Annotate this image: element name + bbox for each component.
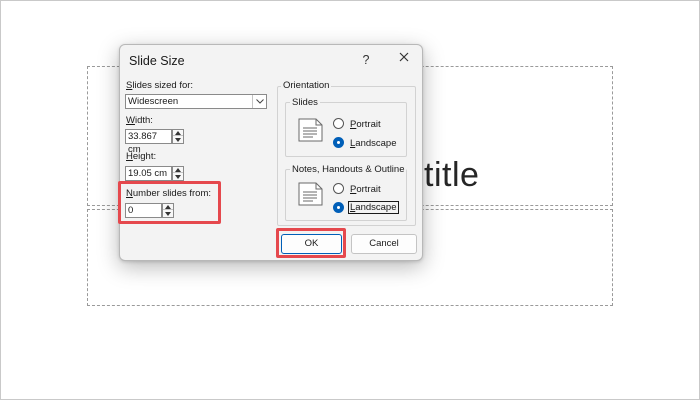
orientation-label: Orientation — [281, 80, 332, 91]
spin-up-icon — [165, 204, 171, 209]
slides-portrait-radio[interactable] — [333, 118, 344, 129]
width-input[interactable]: 33.867 cm — [125, 129, 172, 155]
slides-portrait-label[interactable]: Portrait — [350, 119, 381, 130]
height-spin-up[interactable] — [173, 167, 183, 173]
select-arrow[interactable] — [252, 95, 266, 108]
number-slides-spin-up[interactable] — [163, 204, 173, 210]
number-slides-from-label: Number slides from: — [126, 188, 212, 199]
slide-size-dialog: Slide Size ? Slides sized for: Widescree… — [119, 44, 423, 261]
spin-down-icon — [175, 175, 181, 179]
width-label: Width: — [126, 115, 153, 126]
slides-landscape-label[interactable]: Landscape — [350, 138, 397, 149]
help-button[interactable]: ? — [356, 51, 376, 69]
number-slides-from-input[interactable]: 0 — [125, 203, 162, 218]
number-slides-spin-down[interactable] — [163, 211, 173, 217]
dialog-title: Slide Size — [129, 54, 185, 68]
notes-landscape-radio[interactable] — [333, 202, 344, 213]
ok-button[interactable]: OK — [281, 234, 342, 254]
height-spinner[interactable] — [172, 166, 184, 181]
number-slides-spinner[interactable] — [162, 203, 174, 218]
close-button[interactable] — [394, 51, 414, 69]
slides-group-label: Slides — [290, 97, 320, 108]
height-input[interactable]: 19.05 cm — [125, 166, 172, 181]
slides-sized-for-label: Slides sized for: — [126, 80, 194, 91]
notes-portrait-radio[interactable] — [333, 183, 344, 194]
width-spin-up[interactable] — [173, 130, 183, 136]
spin-up-icon — [175, 167, 181, 172]
width-spinner[interactable] — [172, 129, 184, 144]
notes-portrait-label[interactable]: Portrait — [350, 184, 381, 195]
chevron-down-icon — [255, 99, 264, 104]
portrait-page-icon — [298, 182, 323, 206]
height-spin-down[interactable] — [173, 174, 183, 180]
close-icon — [399, 52, 409, 62]
slides-sized-for-select[interactable]: Widescreen — [125, 94, 267, 109]
title-placeholder-text: title — [424, 156, 480, 194]
slides-landscape-radio[interactable] — [333, 137, 344, 148]
notes-landscape-label[interactable]: Landscape — [348, 201, 399, 214]
width-spin-down[interactable] — [173, 137, 183, 143]
height-label: Height: — [126, 151, 157, 162]
portrait-page-icon — [298, 118, 323, 142]
spin-up-icon — [175, 130, 181, 135]
spin-down-icon — [165, 212, 171, 216]
cancel-button[interactable]: Cancel — [351, 234, 417, 254]
spin-down-icon — [175, 138, 181, 142]
slides-sized-for-value: Widescreen — [128, 96, 179, 107]
notes-group-label: Notes, Handouts & Outline — [290, 164, 407, 175]
